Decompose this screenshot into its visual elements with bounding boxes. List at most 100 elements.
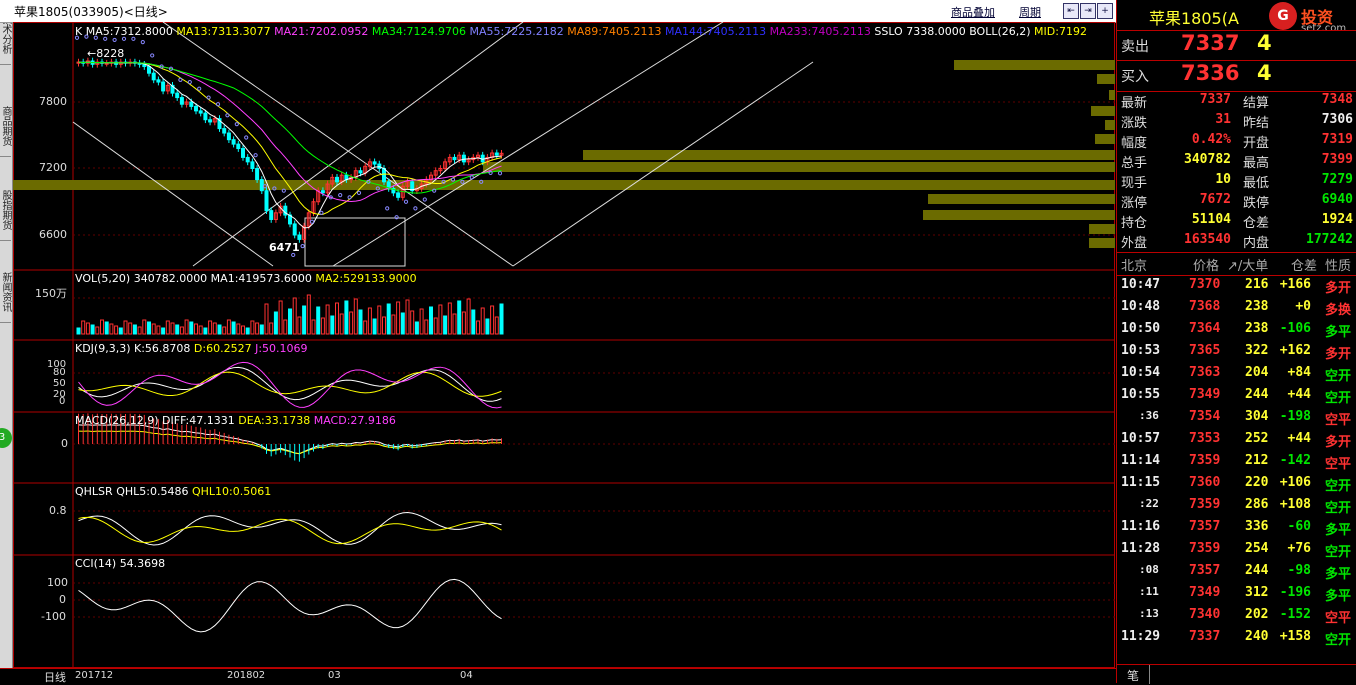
tick-row[interactable]: 11:29 7337 240 +158 空开	[1117, 626, 1356, 648]
tick-row[interactable]: :36 7354 304 -198 空平	[1117, 406, 1356, 428]
candle-body	[198, 110, 203, 114]
sell-label: 卖出	[1121, 39, 1149, 55]
tick-time: 11:15	[1121, 475, 1161, 490]
tick-volume: 204	[1245, 365, 1269, 380]
tick-oi-change: +158	[1279, 629, 1311, 644]
volume-bar	[396, 301, 401, 335]
sar-dot	[234, 122, 239, 127]
volume-bar	[320, 317, 325, 335]
stat-value: 10	[1215, 172, 1231, 187]
sell-price[interactable]: 7337	[1181, 31, 1239, 55]
tick-row[interactable]: 10:48 7368 238 +0 多换	[1117, 296, 1356, 318]
stat-value: 340782	[1184, 152, 1231, 167]
sar-dot	[469, 175, 474, 180]
stat-value: 6940	[1321, 192, 1353, 207]
sar-dot	[206, 95, 211, 100]
tick-row[interactable]: 10:54 7363 204 +84 空开	[1117, 362, 1356, 384]
scroll-left-button[interactable]: ⇤	[1063, 3, 1079, 19]
tick-row[interactable]: :11 7349 312 -196 多平	[1117, 582, 1356, 604]
sar-dot	[215, 102, 221, 107]
tick-row[interactable]: :22 7359 286 +108 空开	[1117, 494, 1356, 516]
tick-nature: 多开	[1325, 281, 1352, 296]
volume-bar	[273, 311, 278, 335]
volume-bar	[100, 319, 104, 335]
tick-volume: 240	[1245, 629, 1269, 644]
tick-volume: 238	[1245, 299, 1269, 314]
volume-bar	[443, 315, 448, 335]
volume-bar	[81, 320, 86, 335]
indicator-value: DEA:33.1738	[234, 414, 311, 427]
tick-list[interactable]: 10:47 7370 216 +166 多开 10:48 7368 238 +0 多换 10:50 7…	[1117, 274, 1356, 664]
candle-body	[264, 190, 269, 212]
volume-bar	[480, 307, 485, 335]
kdj-ytick: 0	[59, 396, 66, 407]
volume-bar	[147, 321, 151, 335]
stat-label: 现手	[1121, 176, 1148, 191]
zoom-in-button[interactable]: +	[1097, 3, 1113, 19]
sar-dot	[300, 243, 305, 249]
buy-label: 买入	[1121, 69, 1149, 85]
stat-label: 涨跌	[1121, 116, 1148, 131]
volume-bar	[76, 327, 81, 335]
stat-value: 7399	[1321, 152, 1353, 167]
tick-nature: 多平	[1325, 325, 1352, 340]
sar-dot	[347, 195, 352, 200]
stat-label: 持仓	[1121, 216, 1148, 231]
tab-index-futures[interactable]: 股指期货	[0, 180, 11, 241]
high-price-label: ←8228	[87, 47, 125, 60]
quote-stats: 最新 7337 结算 7348 涨跌 31 昨结 7306 幅度 0.42% 开盘 7319 总手 340…	[1117, 91, 1356, 251]
tick-row[interactable]: :13 7340 202 -152 空平	[1117, 604, 1356, 626]
x-tick: 201712	[75, 670, 114, 681]
tick-oi-change: +0	[1295, 299, 1311, 314]
kline-header: K MA5:7312.8000 MA13:7313.3077 MA21:7202…	[75, 25, 1087, 38]
stat-label: 最新	[1121, 96, 1148, 111]
volume-profile-bar	[1097, 74, 1115, 84]
candle-body	[179, 97, 184, 105]
volume-bar	[335, 302, 339, 335]
indicator-value: QHL5:0.5486	[116, 485, 189, 498]
tick-row[interactable]: 11:15 7360 220 +106 空开	[1117, 472, 1356, 494]
stat-label: 最低	[1243, 176, 1270, 191]
tick-time: 10:54	[1121, 365, 1161, 380]
tick-row[interactable]: 10:47 7370 216 +166 多开	[1117, 274, 1356, 296]
tick-row[interactable]: 11:28 7359 254 +76 空开	[1117, 538, 1356, 560]
volume-bar	[382, 316, 386, 335]
candle-body	[236, 143, 241, 150]
overlay-commodity-link[interactable]: 商品叠加	[951, 4, 995, 20]
tab-trades[interactable]: 笔	[1127, 667, 1139, 684]
tick-volume: 252	[1245, 431, 1269, 446]
tick-nature: 空平	[1325, 413, 1352, 428]
stat-label: 昨结	[1243, 116, 1270, 131]
tick-row[interactable]: 10:57 7353 252 +44 多开	[1117, 428, 1356, 450]
volume-bar	[95, 326, 100, 335]
candle-body	[297, 234, 302, 240]
tick-oi-change: -196	[1279, 585, 1311, 600]
period-link[interactable]: 周期	[1019, 4, 1041, 20]
candle-body	[452, 156, 457, 161]
quote-stat-row: 现手 10 最低 7279	[1117, 171, 1356, 191]
tick-row[interactable]: 11:14 7359 212 -142 空平	[1117, 450, 1356, 472]
chart-area[interactable]: K MA5:7312.8000 MA13:7313.3077 MA21:7202…	[13, 22, 1115, 668]
scroll-right-button[interactable]: ⇥	[1080, 3, 1096, 19]
volume-bar	[208, 320, 213, 335]
tick-time: 10:48	[1121, 299, 1161, 314]
tick-oi-change: +162	[1279, 343, 1311, 358]
kdj-ytick: 50	[53, 378, 66, 389]
tab-commodity-futures[interactable]: 商品期货	[0, 96, 11, 157]
tick-time: :36	[1139, 409, 1159, 422]
stat-value: 1924	[1321, 212, 1353, 227]
tick-row[interactable]: 11:16 7357 336 -60 多平	[1117, 516, 1356, 538]
volume-bar	[358, 309, 363, 335]
stat-value: 177242	[1306, 232, 1353, 247]
buy-price[interactable]: 7336	[1181, 61, 1239, 85]
tick-row[interactable]: 10:53 7365 322 +162 多开	[1117, 340, 1356, 362]
volume-bar	[184, 319, 189, 335]
volume-profile-bar	[1095, 134, 1115, 144]
tick-row[interactable]: 10:50 7364 238 -106 多平	[1117, 318, 1356, 340]
cci-ytick: 100	[47, 576, 68, 589]
cci-ytick: -100	[41, 610, 66, 623]
tick-row[interactable]: 10:55 7349 244 +44 空开	[1117, 384, 1356, 406]
tick-row[interactable]: :08 7357 244 -98 多平	[1117, 560, 1356, 582]
tick-price: 7368	[1189, 299, 1221, 314]
tab-news[interactable]: 新闻资讯	[0, 262, 11, 323]
